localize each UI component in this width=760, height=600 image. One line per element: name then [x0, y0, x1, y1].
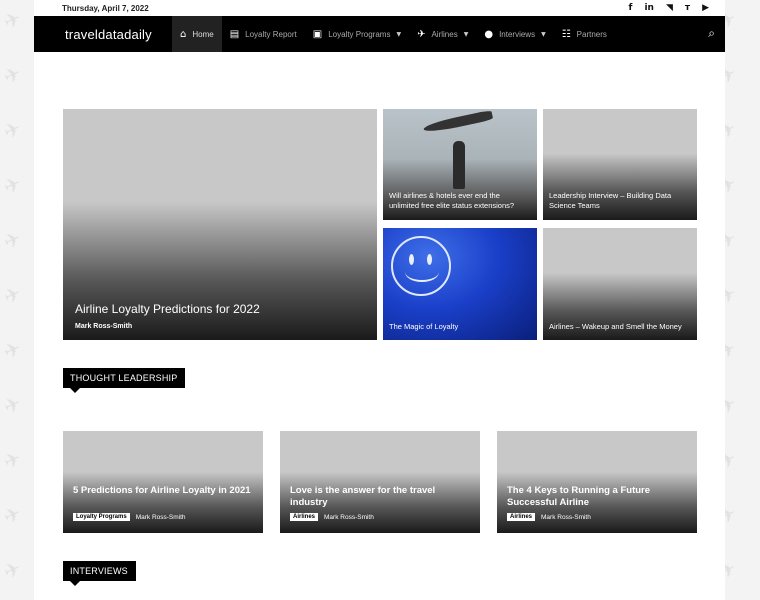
thought-leadership-post[interactable]: 5 Predictions for Airline Loyalty in 202… [63, 431, 263, 533]
background-plane-icon: ✈ [0, 170, 26, 200]
nav-item-label: Home [192, 29, 214, 39]
post-author[interactable]: Mark Ross-Smith [75, 323, 132, 330]
post-author[interactable]: Mark Ross-Smith [324, 514, 374, 521]
post-meta: Airlines Mark Ross-Smith [507, 513, 591, 521]
nav-item-label: Loyalty Report [245, 29, 297, 39]
nav-item-label: Airlines [431, 29, 458, 39]
background-plane-icon: ✈ [0, 60, 26, 90]
youtube-icon[interactable]: ▶ [702, 3, 709, 13]
airplane-image [422, 109, 494, 135]
user-icon: ● [484, 28, 494, 40]
post-title[interactable]: The 4 Keys to Running a Future Successfu… [507, 485, 687, 509]
smiley-face-image [391, 236, 451, 296]
section-title-interviews[interactable]: INTERVIEWS [63, 561, 136, 586]
search-icon[interactable]: ⌕ [708, 26, 715, 41]
section-title-thought-leadership[interactable]: THOUGHT LEADERSHIP [63, 368, 186, 393]
background-plane-icon: ✈ [0, 555, 26, 585]
category-badge[interactable]: Airlines [507, 513, 536, 521]
page: Thursday, April 7, 2022 f in ◥ ᴛ ▶ trave… [34, 0, 725, 600]
nav-item-loyalty-report[interactable]: ▤ Loyalty Report [222, 16, 305, 52]
background-plane-icon: ✈ [0, 445, 26, 475]
site-logo[interactable]: traveldatadaily [34, 27, 172, 42]
chevron-down-icon: ▼ [396, 30, 402, 38]
handshake-icon: ☷ [561, 28, 571, 40]
background-plane-icon: ✈ [0, 115, 26, 145]
post-title[interactable]: Love is the answer for the travel indust… [290, 485, 470, 509]
post-author[interactable]: Mark Ross-Smith [136, 514, 186, 521]
featured-post-3[interactable]: The Magic of Loyalty [383, 228, 537, 340]
background-plane-icon: ✈ [0, 225, 26, 255]
post-title[interactable]: Airlines – Wakeup and Smell the Money [549, 322, 691, 332]
background-plane-icon: ✈ [0, 280, 26, 310]
home-icon: ⌂ [180, 28, 187, 40]
featured-post-4[interactable]: Airlines – Wakeup and Smell the Money [543, 228, 697, 340]
nav-item-partners[interactable]: ☷ Partners [554, 16, 615, 52]
linkedin-icon[interactable]: in [644, 3, 654, 13]
post-title[interactable]: 5 Predictions for Airline Loyalty in 202… [73, 485, 253, 497]
featured-post-1[interactable]: Will airlines & hotels ever end the unli… [383, 109, 537, 220]
category-badge[interactable]: Airlines [290, 513, 319, 521]
featured-post-2[interactable]: Leadership Interview – Building Data Sci… [543, 109, 697, 220]
facebook-icon[interactable]: f [629, 3, 633, 13]
nav-item-loyalty-programs[interactable]: ▣ Loyalty Programs ▼ [305, 16, 409, 52]
nav-item-label: Loyalty Programs [328, 29, 391, 39]
post-meta: Loyalty Programs Mark Ross-Smith [73, 513, 186, 521]
chevron-down-icon: ▼ [463, 30, 469, 38]
newspaper-icon: ▤ [229, 28, 240, 40]
card-icon: ▣ [312, 28, 323, 40]
plane-icon: ✈ [417, 28, 426, 40]
featured-post-main[interactable]: Airline Loyalty Predictions for 2022 Mar… [63, 109, 377, 340]
post-meta: Airlines Mark Ross-Smith [290, 513, 374, 521]
background-plane-icon: ✈ [0, 500, 26, 530]
post-title[interactable]: Will airlines & hotels ever end the unli… [389, 191, 531, 211]
rss-icon[interactable]: ◥ [666, 3, 673, 13]
post-title[interactable]: Airline Loyalty Predictions for 2022 [75, 302, 371, 316]
current-date: Thursday, April 7, 2022 [62, 3, 149, 13]
post-author[interactable]: Mark Ross-Smith [541, 514, 591, 521]
nav-item-home[interactable]: ⌂ Home [172, 16, 222, 52]
person-silhouette-image [453, 141, 465, 189]
thought-leadership-post[interactable]: Love is the answer for the travel indust… [280, 431, 480, 533]
background-plane-icon: ✈ [0, 390, 26, 420]
top-bar: Thursday, April 7, 2022 f in ◥ ᴛ ▶ [34, 0, 725, 16]
nav-item-label: Partners [576, 29, 607, 39]
background-plane-icon: ✈ [0, 335, 26, 365]
category-badge[interactable]: Loyalty Programs [73, 513, 130, 521]
nav-item-label: Interviews [499, 29, 536, 39]
post-title[interactable]: The Magic of Loyalty [389, 322, 531, 332]
post-title[interactable]: Leadership Interview – Building Data Sci… [549, 191, 691, 211]
background-plane-icon: ✈ [0, 5, 26, 35]
chevron-down-icon: ▼ [541, 30, 546, 38]
thought-leadership-post[interactable]: The 4 Keys to Running a Future Successfu… [497, 431, 697, 533]
twitter-icon[interactable]: ᴛ [685, 3, 690, 13]
nav-item-airlines[interactable]: ✈ Airlines ▼ [409, 16, 476, 52]
social-links: f in ◥ ᴛ ▶ [629, 3, 709, 13]
main-navigation: traveldatadaily ⌂ Home ▤ Loyalty Report … [34, 16, 725, 52]
nav-item-interviews[interactable]: ● Interviews ▼ [476, 16, 553, 52]
